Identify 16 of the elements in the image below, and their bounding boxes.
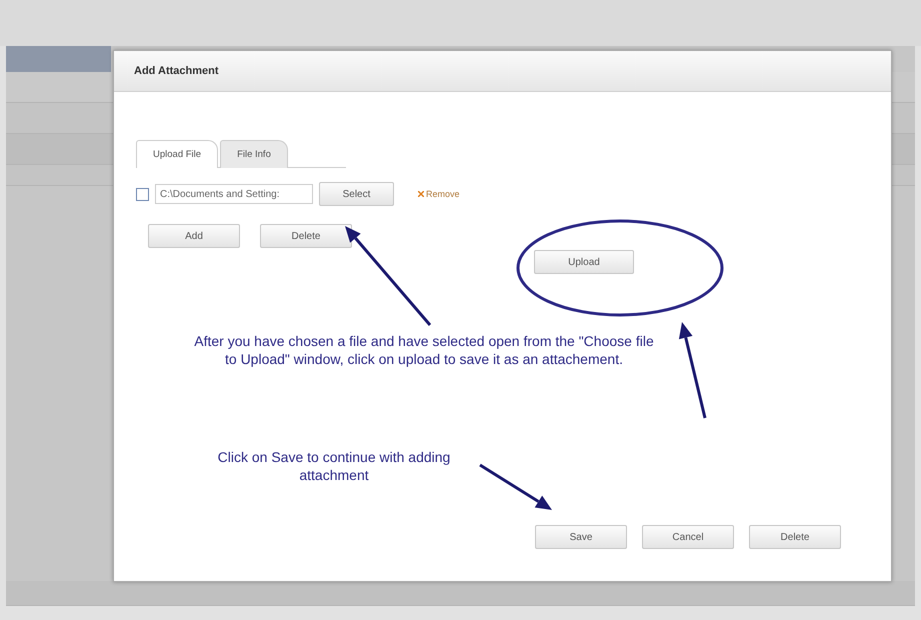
remove-link[interactable]: Remove [418, 189, 460, 199]
footer-button[interactable]: Delete [749, 525, 841, 549]
footer-button[interactable]: Cancel [642, 525, 734, 549]
tab[interactable]: File Info [220, 140, 288, 168]
tab[interactable]: Upload File [136, 140, 218, 168]
instruction-note: After you have chosen a file and have selected open from the "Choose file to Upload" window, click on upload to save it as an attachement. [194, 332, 654, 368]
dialog-title: Add Attachment [134, 65, 219, 77]
remove-icon [418, 191, 424, 197]
file-path-field[interactable]: C:\Documents and Setting: [155, 184, 313, 204]
row-button[interactable]: Delete [260, 224, 352, 248]
instruction-note: Click on Save to continue with adding attachment [216, 448, 452, 484]
checkbox[interactable] [136, 188, 149, 200]
select-button[interactable]: Select [319, 182, 394, 206]
footer-button[interactable]: Save [535, 525, 627, 549]
upload-button[interactable]: Upload [534, 250, 634, 274]
row-button[interactable]: Add [148, 224, 240, 248]
